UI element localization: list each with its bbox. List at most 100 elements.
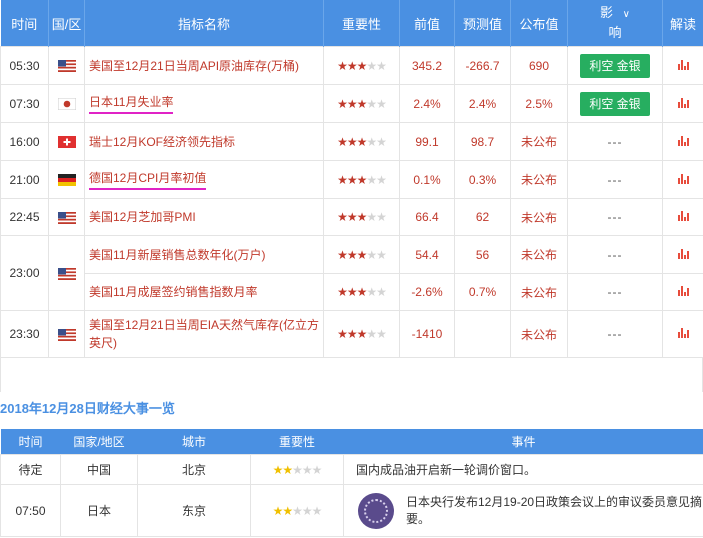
- row-time: 05:30: [0, 46, 49, 85]
- row-impact: ---: [567, 310, 663, 358]
- row-actual: 未公布: [510, 273, 568, 311]
- bar-chart-icon[interactable]: [677, 286, 689, 296]
- row-indicator-name[interactable]: 美国12月芝加哥PMI: [84, 198, 324, 236]
- importance-stars: ★★★★★: [337, 285, 387, 299]
- row-time: 22:45: [0, 198, 49, 236]
- event-country: 日本: [60, 484, 138, 537]
- row-indicator-name[interactable]: 美国11月新屋销售总数年化(万户): [84, 235, 324, 274]
- row-importance: ★★★★★: [323, 235, 400, 274]
- indicator-link[interactable]: 美国11月成屋签约销售指数月率: [89, 285, 257, 299]
- row-analysis[interactable]: [662, 122, 703, 161]
- ev-col-importance: 重要性: [250, 429, 344, 455]
- row-importance: ★★★★★: [323, 198, 400, 236]
- row-previous: -2.6%: [399, 273, 455, 311]
- row-actual: 未公布: [510, 235, 568, 274]
- events-section-title: 2018年12月28日财经大事一览: [0, 401, 175, 416]
- indicator-link[interactable]: 美国至12月21日当周API原油库存(万桶): [89, 59, 299, 73]
- col-impact-dropdown[interactable]: 影 ∨ 响: [567, 0, 663, 47]
- indicator-link[interactable]: 美国至12月21日当周EIA天然气库存(亿立方英尺): [89, 318, 319, 350]
- row-analysis[interactable]: [662, 235, 703, 274]
- ev-col-event: 事件: [343, 429, 703, 455]
- row-country: [48, 235, 85, 311]
- row-importance: ★★★★★: [323, 46, 400, 85]
- row-indicator-name[interactable]: 美国至12月21日当周EIA天然气库存(亿立方英尺): [84, 310, 324, 358]
- row-impact: ---: [567, 122, 663, 161]
- bar-chart-icon[interactable]: [677, 135, 689, 146]
- row-indicator-name[interactable]: 美国11月成屋签约销售指数月率: [84, 273, 324, 311]
- row-actual: 未公布: [510, 122, 568, 161]
- impact-none: ---: [607, 327, 623, 341]
- row-impact: ---: [567, 273, 663, 311]
- row-impact: 利空 金银: [567, 84, 663, 123]
- row-country: [48, 84, 85, 123]
- calendar-row: 22:45 美国12月芝加哥PMI ★★★★★ 66.4 62 未公布 ---: [0, 198, 703, 236]
- row-analysis[interactable]: [662, 198, 703, 236]
- row-analysis[interactable]: [662, 84, 703, 123]
- row-analysis[interactable]: [662, 46, 703, 85]
- calendar-row: 05:30 美国至12月21日当周API原油库存(万桶) ★★★★★ 345.2 -26…: [0, 46, 703, 85]
- calendar-table: 时间 国/区 指标名称 重要性 前值 预测值 公布值 影 ∨ 响 解读 05:3…: [0, 0, 703, 358]
- col-importance: 重要性: [323, 0, 400, 47]
- event-city: 北京: [137, 454, 251, 485]
- ch-flag-icon: [57, 136, 76, 149]
- row-analysis[interactable]: [662, 273, 703, 311]
- us-flag-icon: [57, 211, 76, 224]
- row-analysis[interactable]: [662, 310, 703, 358]
- event-city: 东京: [137, 484, 251, 537]
- calendar-row: 美国11月成屋签约销售指数月率 ★★★★★ -2.6% 0.7% 未公布 ---: [1, 273, 703, 311]
- row-previous: 66.4: [399, 198, 455, 236]
- col-time: 时间: [0, 0, 49, 47]
- bar-chart-icon[interactable]: [677, 211, 689, 221]
- bar-chart-icon[interactable]: [677, 173, 689, 184]
- event-time: 07:50: [0, 484, 61, 537]
- row-indicator-name[interactable]: 瑞士12月KOF经济领先指标: [84, 122, 324, 161]
- row-previous: 54.4: [399, 235, 455, 274]
- importance-stars: ★★★★★: [337, 172, 387, 187]
- indicator-link[interactable]: 美国11月新屋销售总数年化(万户): [89, 248, 265, 262]
- row-analysis[interactable]: [662, 160, 703, 199]
- de-flag-icon: [57, 174, 76, 187]
- importance-stars: ★★★★★: [337, 327, 387, 341]
- impact-label-top: 影: [600, 5, 614, 20]
- row-time: 07:30: [0, 84, 49, 123]
- event-description: 国内成品油开启新一轮调价窗口。: [343, 454, 703, 485]
- row-importance: ★★★★★: [323, 310, 400, 358]
- col-indicator: 指标名称: [84, 0, 324, 47]
- event-row: 待定 中国 北京 ★★★★★ 国内成品油开启新一轮调价窗口。: [0, 454, 703, 485]
- importance-stars: ★★★★★: [337, 134, 387, 149]
- impact-badge-button[interactable]: 利空 金银: [580, 91, 650, 116]
- section-gap: [0, 358, 703, 392]
- row-actual: 690: [510, 46, 568, 85]
- impact-none: ---: [607, 210, 623, 224]
- calendar-row: 21:00 德国12月CPI月率初值 ★★★★★ 0.1% 0.3% 未公布 ---: [0, 160, 703, 199]
- impact-none: ---: [607, 172, 623, 187]
- calendar-row: 16:00 瑞士12月KOF经济领先指标 ★★★★★ 99.1 98.7 未公布 ---: [0, 122, 703, 161]
- indicator-link[interactable]: 日本11月失业率: [89, 93, 174, 114]
- row-indicator-name[interactable]: 德国12月CPI月率初值: [84, 160, 324, 199]
- bar-chart-icon[interactable]: [677, 328, 689, 338]
- bar-chart-icon[interactable]: [677, 248, 689, 259]
- col-actual: 公布值: [510, 0, 568, 47]
- bar-chart-icon[interactable]: [677, 59, 689, 70]
- row-importance: ★★★★★: [323, 122, 400, 161]
- calendar-row: 07:30 日本11月失业率 ★★★★★ 2.4% 2.4% 2.5% 利空 金银: [0, 84, 703, 123]
- row-indicator-name[interactable]: 日本11月失业率: [84, 84, 324, 123]
- bar-chart-icon[interactable]: [677, 97, 689, 108]
- events-table: 时间 国家/地区 城市 重要性 事件 待定 中国 北京 ★★★★★ 国内成品油开启新一轮…: [0, 429, 703, 537]
- row-impact: ---: [567, 235, 663, 274]
- jp-flag-icon: [57, 97, 76, 111]
- row-country: [48, 310, 85, 358]
- row-actual: 未公布: [510, 198, 568, 236]
- indicator-link[interactable]: 美国12月芝加哥PMI: [89, 210, 196, 224]
- row-indicator-name[interactable]: 美国至12月21日当周API原油库存(万桶): [84, 46, 324, 85]
- importance-stars: ★★★★★: [337, 210, 387, 224]
- us-flag-icon: [57, 267, 76, 280]
- row-forecast: 98.7: [454, 122, 511, 161]
- row-previous: 0.1%: [399, 160, 455, 199]
- us-flag-icon: [57, 328, 76, 341]
- impact-badge-button[interactable]: 利空 金银: [580, 53, 650, 78]
- col-country: 国/区: [48, 0, 85, 47]
- indicator-link[interactable]: 瑞士12月KOF经济领先指标: [89, 135, 235, 149]
- indicator-link[interactable]: 德国12月CPI月率初值: [89, 169, 207, 190]
- event-time: 待定: [0, 454, 61, 485]
